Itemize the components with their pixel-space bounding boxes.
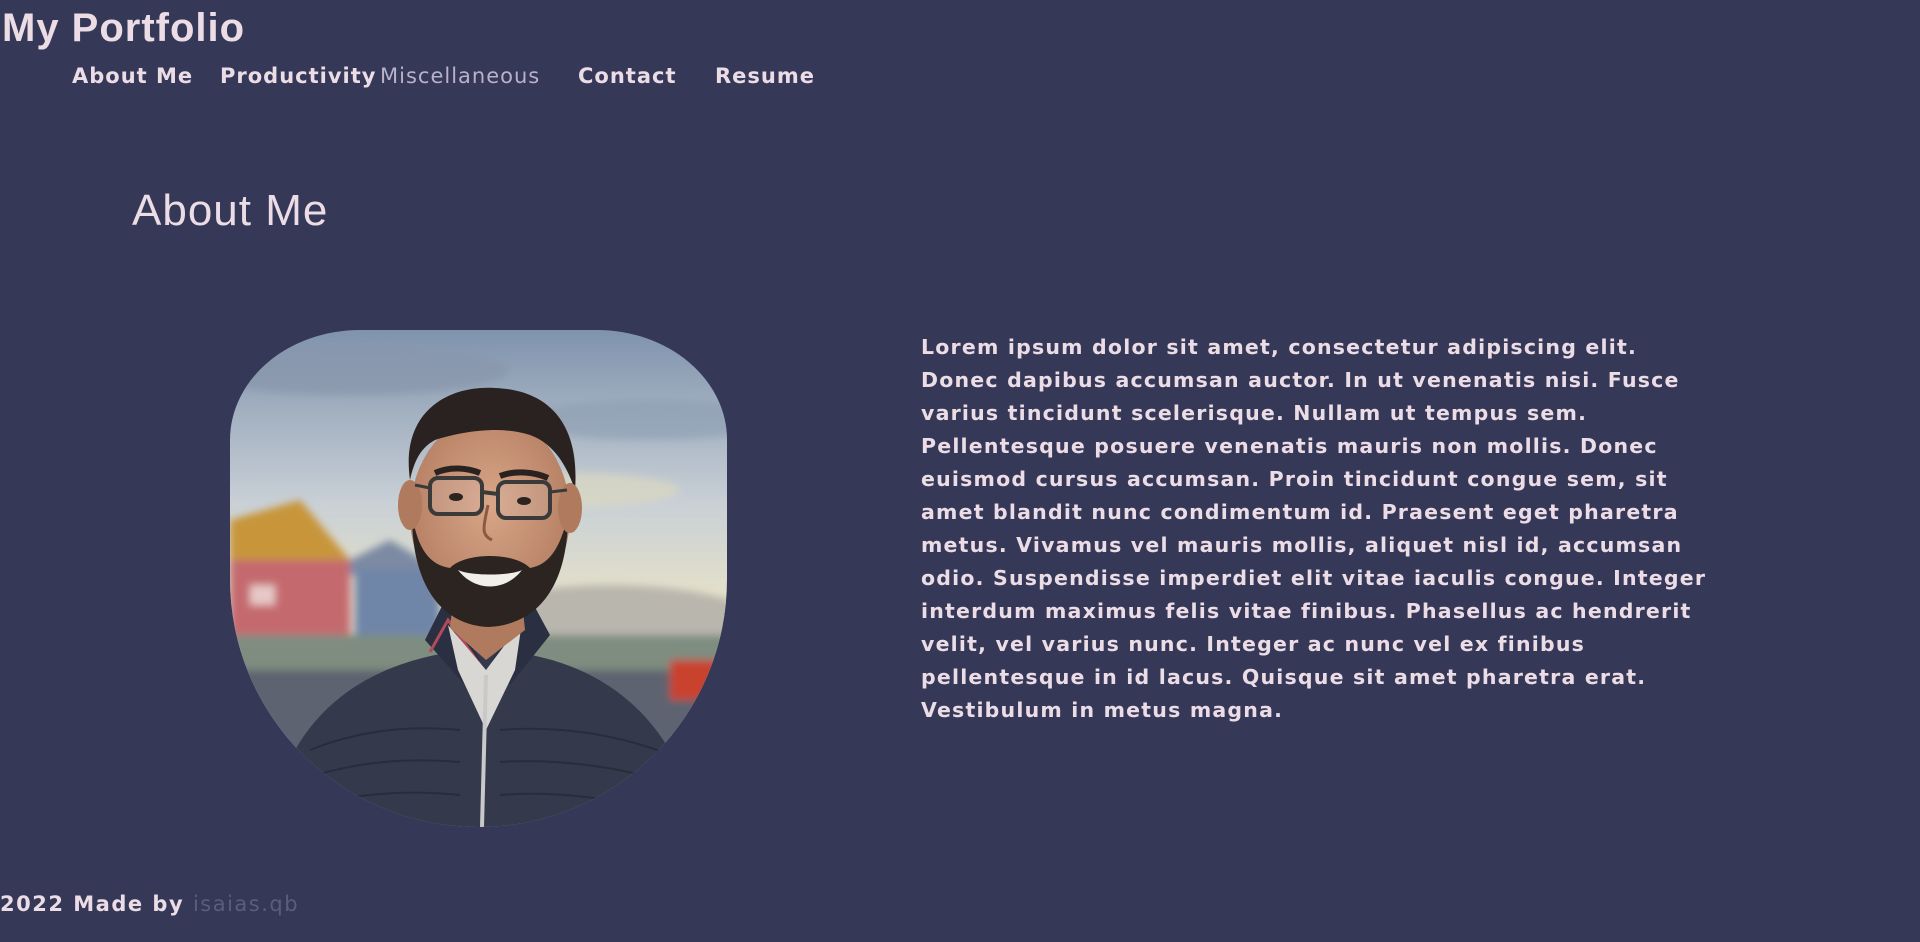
main-nav: About Me Productivity Miscellaneous Cont… <box>0 64 900 94</box>
site-title: My Portfolio <box>2 6 246 50</box>
bio-text: Lorem ipsum dolor sit amet, consectetur … <box>921 335 1707 722</box>
nav-item-miscellaneous[interactable]: Miscellaneous <box>380 64 540 88</box>
nav-item-contact[interactable]: Contact <box>578 64 677 88</box>
footer-text: 2022 Made by <box>0 892 185 916</box>
profile-photo <box>230 330 727 827</box>
nav-item-productivity[interactable]: Productivity <box>220 64 376 88</box>
footer-author-link[interactable]: isaias.qb <box>193 892 299 916</box>
section-heading: About Me <box>132 186 329 235</box>
nav-item-about-me[interactable]: About Me <box>72 64 193 88</box>
footer: 2022 Made by isaias.qb <box>0 892 299 916</box>
profile-photo-illustration <box>230 330 727 827</box>
nav-item-resume[interactable]: Resume <box>715 64 815 88</box>
